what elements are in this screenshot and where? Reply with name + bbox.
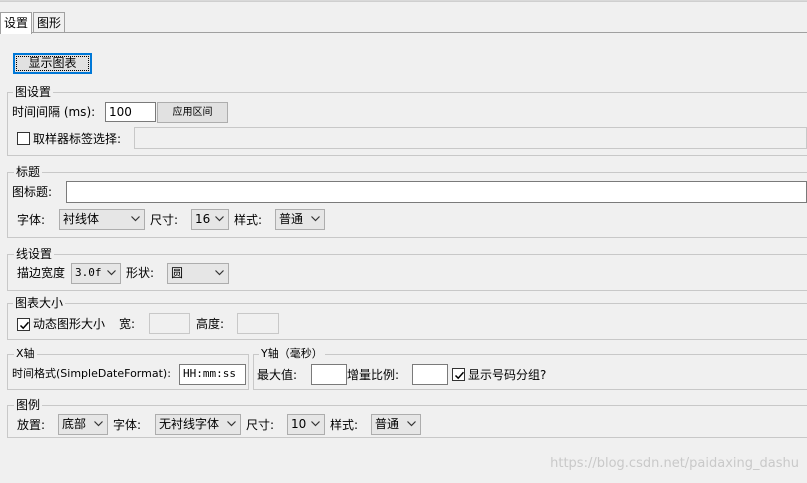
sampler-input[interactable] (134, 127, 807, 149)
tab-graph-label: 图形 (37, 16, 62, 30)
graph-title-label: 图标题: (12, 185, 53, 199)
title-font-value: 衬线体 (63, 212, 100, 226)
max-value-label: 最大值: (257, 368, 298, 382)
chevron-down-icon (227, 421, 236, 427)
sampler-checkbox[interactable] (17, 132, 30, 145)
legend-style-value: 普通 (375, 417, 400, 431)
tab-divider (0, 32, 807, 33)
legend-placement-label: 放置: (17, 418, 46, 432)
height-label: 高度: (196, 317, 225, 331)
legend-title: 图例 (14, 398, 43, 412)
title-size-value: 16 (195, 212, 211, 226)
legend-style-label: 样式: (330, 418, 359, 432)
legend-placement-value: 底部 (62, 417, 87, 431)
chevron-down-icon (94, 421, 103, 427)
shape-value: 圆 (171, 266, 184, 280)
chevron-down-icon (311, 216, 320, 222)
max-value-input[interactable] (311, 364, 347, 385)
chart-size-title: 图表大小 (13, 296, 66, 310)
legend-font-label: 字体: (113, 418, 142, 432)
chevron-down-icon (215, 216, 224, 222)
checkmark-icon (19, 321, 30, 330)
stroke-width-label: 描边宽度 (17, 266, 66, 280)
checkmark-icon (454, 371, 465, 380)
dynamic-size-checkbox[interactable] (17, 318, 30, 331)
number-grouping-checkbox[interactable] (452, 368, 465, 381)
y-axis-title: Y轴（毫秒） (259, 347, 325, 361)
window-top-edge (0, 0, 807, 2)
title-size-label: 尺寸: (150, 213, 179, 227)
chevron-down-icon (407, 421, 416, 427)
chevron-down-icon (107, 270, 116, 276)
title-group-title: 标题 (14, 165, 43, 179)
tab-graph[interactable]: 图形 (33, 12, 66, 33)
apply-interval-button[interactable]: 应用区间 (157, 102, 228, 123)
legend-size-label: 尺寸: (246, 418, 275, 432)
legend-size-select[interactable]: 10 (287, 414, 325, 435)
tab-settings[interactable]: 设置 (0, 12, 33, 34)
title-font-select[interactable]: 衬线体 (59, 209, 145, 230)
line-settings-title: 线设置 (14, 247, 55, 261)
tab-settings-label: 设置 (4, 16, 29, 30)
display-chart-button[interactable]: 显示图表 (13, 53, 92, 74)
increment-label: 增量比例: (347, 368, 400, 382)
width-label: 宽: (119, 317, 136, 331)
increment-input[interactable] (412, 364, 448, 385)
x-axis-title: X轴 (14, 347, 37, 361)
watermark-text: https://blog.csdn.net/paidaxing_dashu (550, 456, 799, 471)
height-input[interactable] (237, 313, 279, 334)
time-format-input[interactable]: HH:mm:ss (179, 364, 246, 385)
width-input[interactable] (149, 313, 190, 334)
chevron-down-icon (131, 216, 140, 222)
dynamic-size-label: 动态图形大小 (33, 317, 106, 331)
title-style-value: 普通 (279, 212, 304, 226)
legend-placement-select[interactable]: 底部 (58, 414, 108, 435)
chevron-down-icon (311, 421, 320, 427)
interval-label: 时间间隔 (ms): (12, 105, 96, 119)
legend-font-select[interactable]: 无衬线字体 (155, 414, 241, 435)
legend-size-value: 10 (291, 417, 307, 431)
shape-label: 形状: (126, 266, 155, 280)
focus-ring (16, 56, 89, 71)
legend-style-select[interactable]: 普通 (371, 414, 421, 435)
stroke-width-value: 3.0f (75, 266, 102, 279)
shape-select[interactable]: 圆 (167, 263, 229, 284)
graph-title-input[interactable] (66, 181, 807, 203)
graph-settings-title: 图设置 (13, 85, 54, 99)
interval-input[interactable]: 100 (105, 102, 156, 122)
sampler-label: 取样器标签选择: (33, 132, 122, 146)
stroke-width-select[interactable]: 3.0f (71, 263, 121, 284)
chevron-down-icon (215, 270, 224, 276)
apply-interval-label: 应用区间 (172, 107, 213, 118)
title-style-label: 样式: (234, 213, 263, 227)
time-format-label: 时间格式(SimpleDateFormat): (12, 367, 171, 380)
title-style-select[interactable]: 普通 (275, 209, 325, 230)
title-size-select[interactable]: 16 (191, 209, 229, 230)
legend-font-value: 无衬线字体 (159, 417, 220, 431)
number-grouping-label: 显示号码分组? (468, 368, 547, 382)
title-font-label: 字体: (17, 213, 46, 227)
